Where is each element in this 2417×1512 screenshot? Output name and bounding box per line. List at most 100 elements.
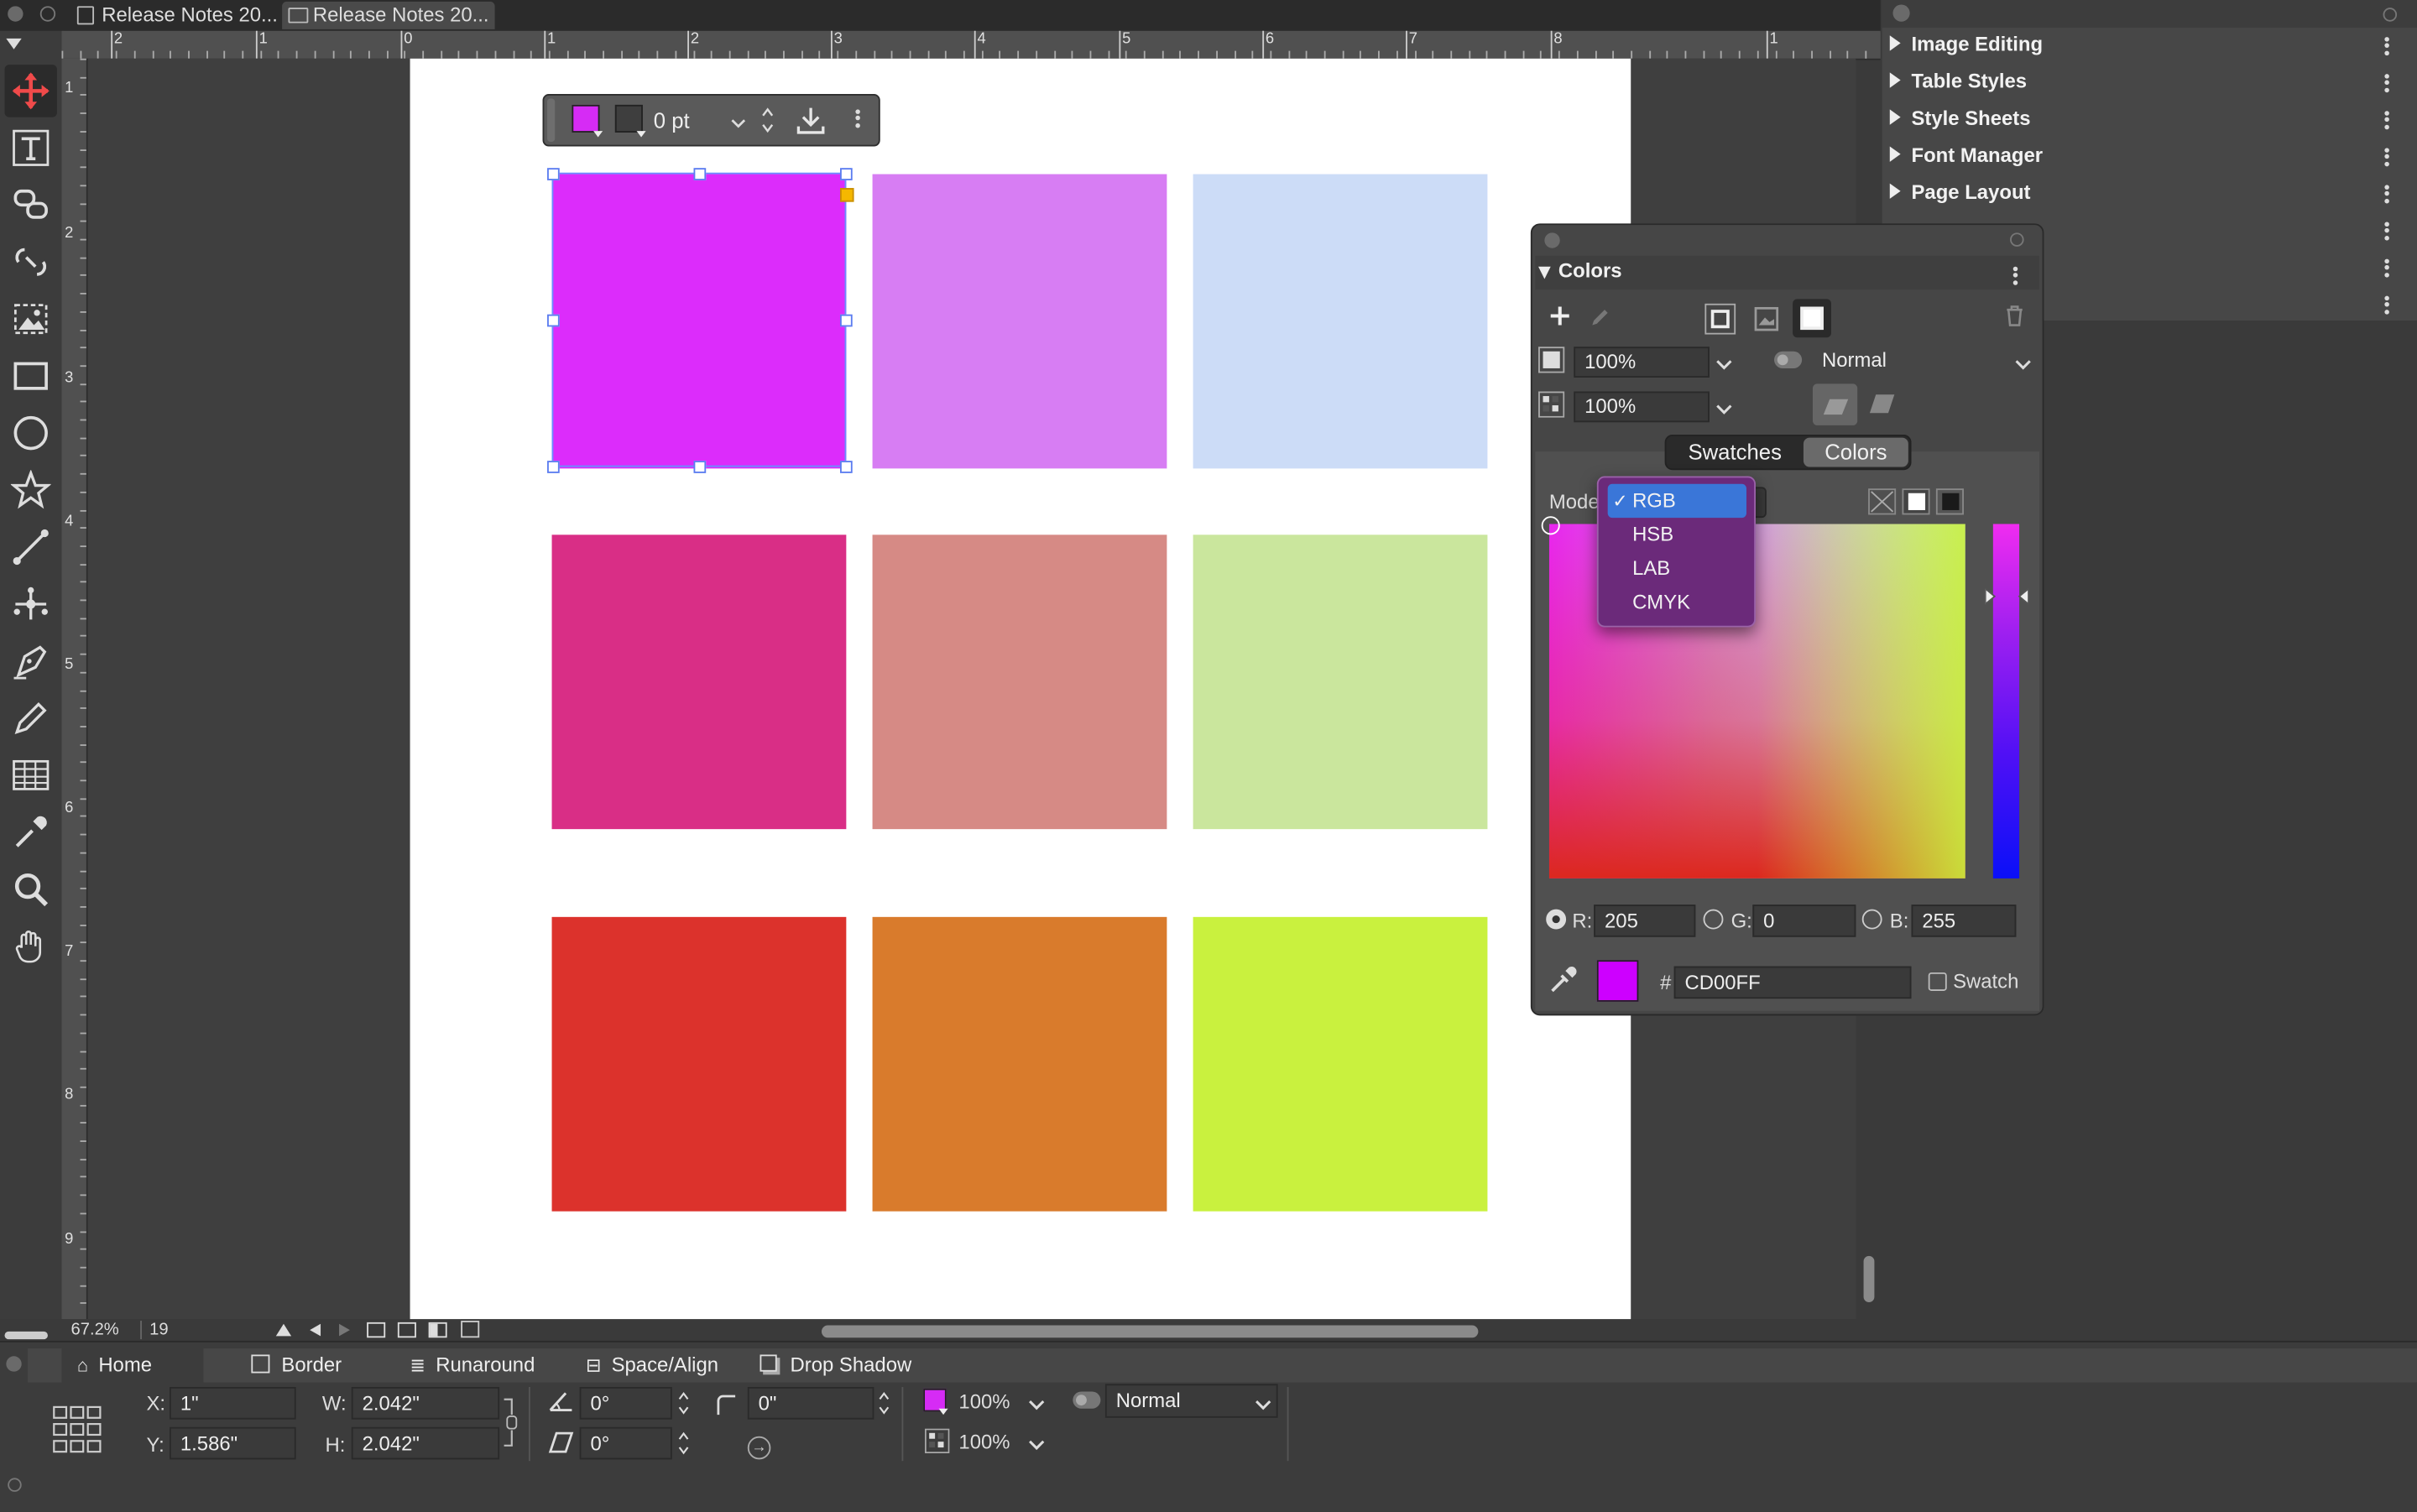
close-dock-icon[interactable] <box>1892 4 1910 22</box>
colors-collapse-icon[interactable] <box>2010 232 2024 247</box>
resize-handle[interactable] <box>693 168 707 180</box>
tab-document-2[interactable]: Release Notes 20... <box>282 1 495 29</box>
resize-handle[interactable] <box>840 168 853 180</box>
image-tool-icon[interactable] <box>5 293 57 345</box>
box-background-color-icon[interactable] <box>1793 299 1831 338</box>
star-tool-icon[interactable] <box>5 464 57 516</box>
download-icon[interactable] <box>794 103 827 137</box>
hue-slider[interactable] <box>1992 524 2020 879</box>
gradient-icon[interactable] <box>1868 393 1899 417</box>
color-field-marker[interactable] <box>1541 516 1560 535</box>
table-tool-icon[interactable] <box>5 749 57 801</box>
vertical-scrollbar-thumb[interactable] <box>1863 1255 1875 1303</box>
home-tab[interactable]: ⌂ Home <box>77 1350 152 1381</box>
close-window-icon[interactable] <box>8 6 23 22</box>
palette-menu-icon[interactable] <box>2384 34 2390 57</box>
corner-radius-input[interactable]: 0" <box>747 1387 874 1420</box>
palette-menu-icon[interactable] <box>2384 219 2390 242</box>
tab-colors[interactable]: Colors <box>1803 437 1908 467</box>
resize-handle[interactable] <box>693 461 707 473</box>
y-position-input[interactable]: 1.586" <box>170 1426 296 1460</box>
corner-radius-handle[interactable] <box>840 188 854 202</box>
color-box-pink[interactable] <box>551 534 847 830</box>
chevron-down-icon[interactable] <box>1715 353 1732 381</box>
chevron-down-icon[interactable] <box>1715 398 1732 425</box>
swatch-checkbox[interactable] <box>1928 972 1947 991</box>
select-point-tool-icon[interactable] <box>5 578 57 630</box>
box-opacity-value[interactable]: 100% <box>958 1390 1010 1414</box>
rectangle-tool-icon[interactable] <box>5 350 57 402</box>
measurements-collapse-icon[interactable] <box>8 1478 22 1492</box>
blend-toggle-icon[interactable] <box>1073 1391 1101 1409</box>
palette-font-manager[interactable]: Font Manager <box>1889 137 2408 172</box>
next-page-icon[interactable] <box>339 1323 350 1337</box>
colors-close-icon[interactable] <box>1544 232 1560 248</box>
stepper-icon[interactable] <box>676 1390 691 1424</box>
horizontal-scrollbar-thumb[interactable] <box>821 1325 1479 1338</box>
blend-mode-select[interactable]: Normal <box>1812 347 2039 378</box>
chevron-down-icon[interactable] <box>2015 353 2032 381</box>
color-box-dusty-rose[interactable] <box>872 534 1167 830</box>
pen-tool-icon[interactable] <box>5 635 57 687</box>
flip-icon[interactable]: → <box>747 1436 771 1460</box>
freehand-tool-icon[interactable] <box>5 692 57 744</box>
chevron-down-icon[interactable] <box>1028 1393 1045 1421</box>
spread-view-icon[interactable] <box>397 1322 416 1338</box>
stepper-icon[interactable] <box>760 107 775 133</box>
height-input[interactable]: 2.042" <box>351 1426 500 1460</box>
shade-opacity-input[interactable]: 100% <box>1574 391 1710 423</box>
palette-menu-icon[interactable] <box>2384 293 2390 316</box>
g-value-input[interactable]: 0 <box>1752 905 1856 937</box>
resize-handle[interactable] <box>547 461 560 473</box>
stepper-icon[interactable] <box>676 1430 691 1463</box>
oval-tool-icon[interactable] <box>5 407 57 459</box>
color-box-lilac[interactable] <box>872 174 1167 469</box>
r-channel-radio[interactable] <box>1546 909 1567 930</box>
color-box-light-green[interactable] <box>1193 534 1488 830</box>
previous-page-icon[interactable] <box>310 1323 321 1337</box>
floatbar-grip[interactable] <box>547 98 556 142</box>
color-box-orange[interactable] <box>872 916 1167 1212</box>
palette-collapse-icon[interactable] <box>6 38 22 50</box>
add-color-icon[interactable] <box>1548 304 1572 328</box>
mode-option-cmyk[interactable]: CMYK <box>1608 586 1746 619</box>
border-tab[interactable]: Border <box>251 1350 342 1381</box>
drop-shadow-tab[interactable]: Drop Shadow <box>760 1350 911 1381</box>
reference-point-grid[interactable] <box>52 1405 102 1455</box>
black-color-icon[interactable] <box>1935 488 1964 515</box>
stroke-color-button[interactable] <box>614 104 643 133</box>
constrain-proportions-icon[interactable] <box>503 1393 518 1452</box>
edit-color-icon[interactable] <box>1588 305 1612 330</box>
resize-handle[interactable] <box>840 461 853 473</box>
blend-toggle-icon[interactable] <box>1774 351 1803 368</box>
no-color-icon[interactable] <box>1868 488 1897 515</box>
resize-handle[interactable] <box>547 168 560 180</box>
selection-frame[interactable] <box>551 172 847 467</box>
corner-radius-icon[interactable] <box>713 1392 738 1416</box>
palette-menu-icon[interactable] <box>2384 108 2390 132</box>
tab-document-1[interactable]: Release Notes 20... <box>70 2 278 29</box>
palette-table-styles[interactable]: Table Styles <box>1889 63 2408 98</box>
picture-color-icon[interactable] <box>1751 304 1782 335</box>
page-number[interactable]: 19 <box>149 1321 168 1339</box>
hex-value-input[interactable]: CD00FF <box>1673 966 1912 999</box>
eyedropper-tool-icon[interactable] <box>5 806 57 858</box>
colors-menu-icon[interactable] <box>2012 263 2019 287</box>
palette-menu-icon[interactable] <box>2384 70 2390 94</box>
palette-menu-icon[interactable] <box>2384 256 2390 279</box>
fill-color-button[interactable] <box>572 104 600 133</box>
delete-color-icon[interactable] <box>2004 304 2026 328</box>
space-align-tab[interactable]: ⊟ Space/Align <box>586 1350 718 1381</box>
resize-handle[interactable] <box>840 314 853 327</box>
zoom-tool-icon[interactable] <box>5 863 57 915</box>
mode-option-rgb[interactable]: ✓ RGB <box>1607 483 1746 519</box>
runaround-tab[interactable]: ≣ Runaround <box>410 1350 535 1381</box>
width-input[interactable]: 2.042" <box>351 1387 500 1420</box>
shade-opacity-value[interactable]: 100% <box>958 1430 1010 1453</box>
page-up-icon[interactable] <box>275 1323 292 1337</box>
unlinking-tool-icon[interactable] <box>5 236 57 288</box>
collapse-dock-icon[interactable] <box>2383 8 2398 22</box>
palette-menu-icon[interactable] <box>2384 145 2390 169</box>
fill-opacity-input[interactable]: 100% <box>1574 347 1710 378</box>
linking-tool-icon[interactable] <box>5 179 57 231</box>
